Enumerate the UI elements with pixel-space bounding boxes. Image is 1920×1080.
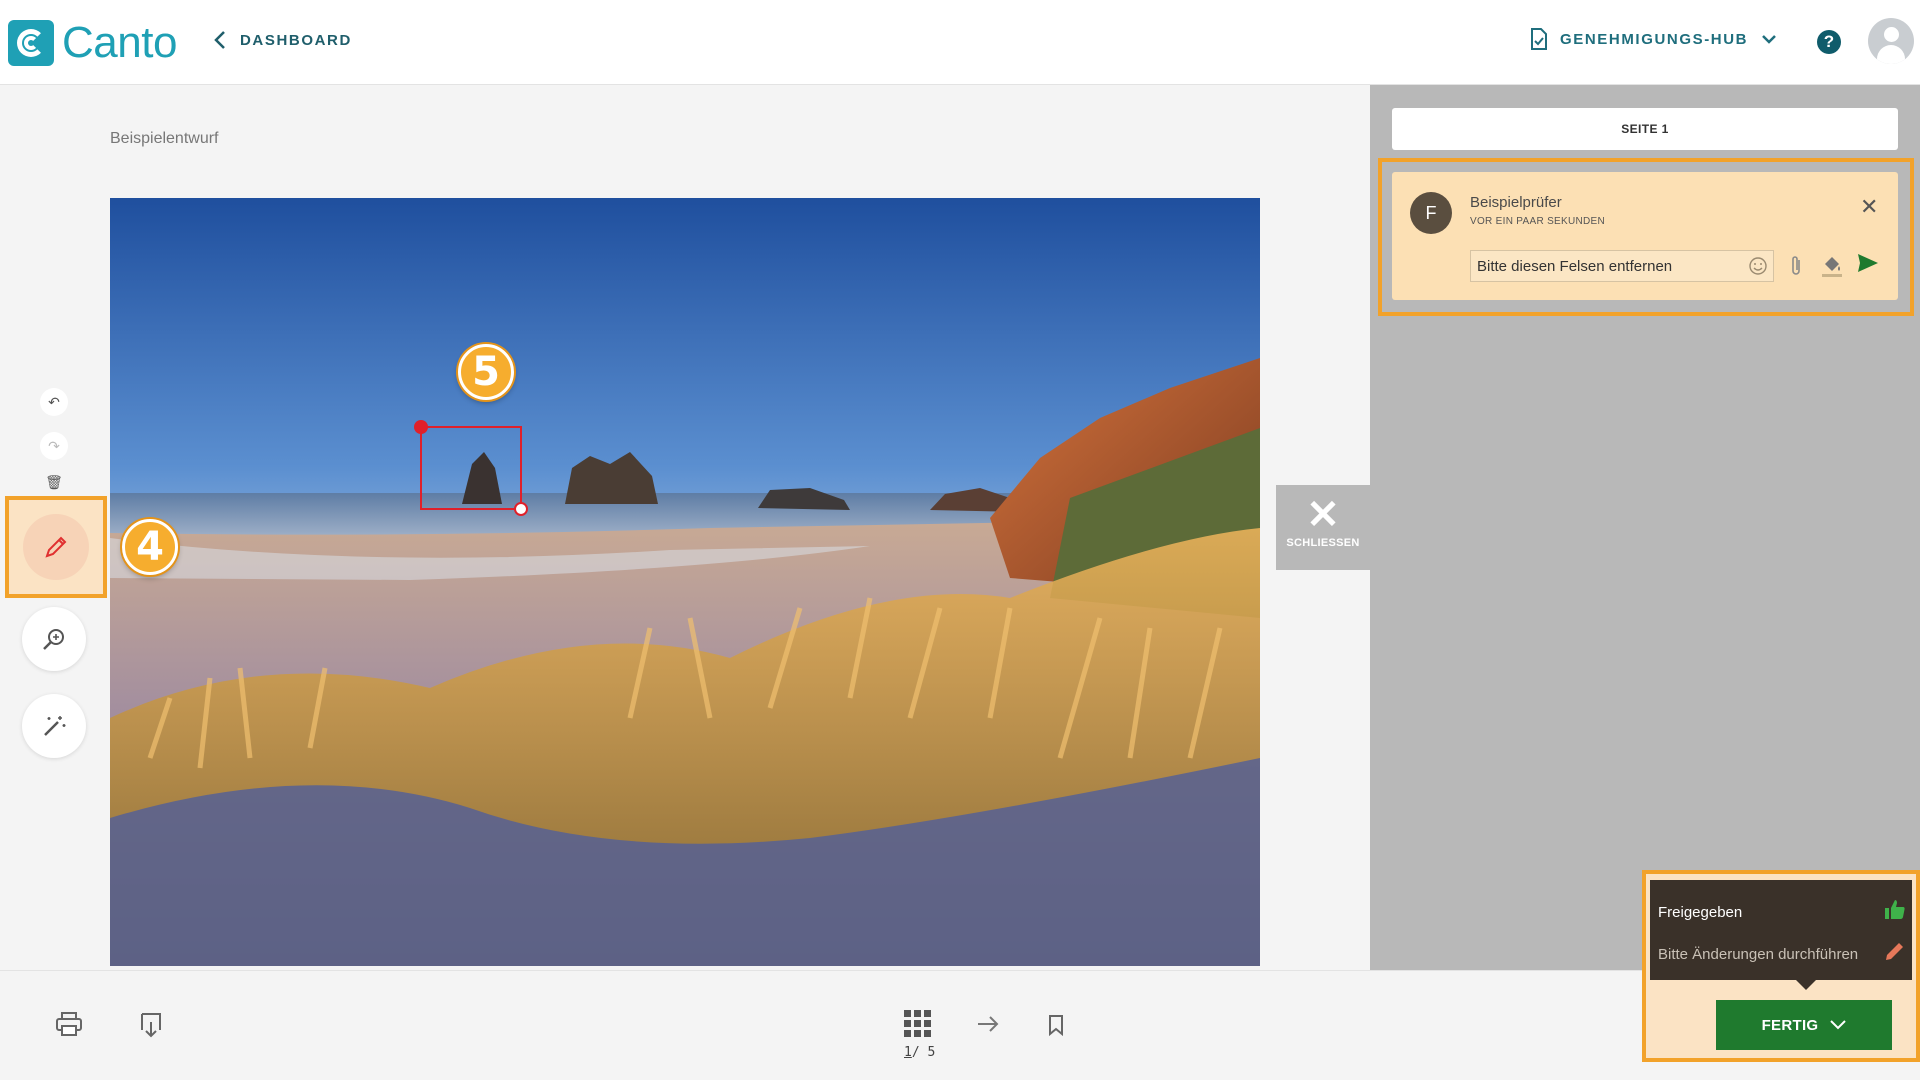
- emoji-icon[interactable]: [1748, 256, 1768, 276]
- magic-wand-icon: [44, 716, 66, 736]
- zoom-icon: [43, 629, 64, 650]
- send-icon[interactable]: [1856, 252, 1880, 274]
- avatar: F: [1410, 192, 1452, 234]
- menu-pointer: [1796, 980, 1816, 990]
- done-button[interactable]: FERTIG: [1716, 1000, 1892, 1050]
- chevron-left-icon: [214, 31, 225, 49]
- canto-logo[interactable]: Canto: [8, 18, 177, 68]
- back-label: DASHBOARD: [240, 31, 352, 49]
- comment-time: VOR EIN PAAR SEKUNDEN: [1470, 216, 1606, 227]
- pen-icon: [45, 536, 67, 558]
- close-panel-button[interactable]: ✕ SCHLIESSEN: [1276, 485, 1370, 570]
- close-icon: ✕: [1306, 493, 1340, 537]
- page-counter: 1/ 5: [904, 1045, 935, 1060]
- thumbs-up-icon[interactable]: [1884, 898, 1906, 920]
- comment-card: F Beispielprüfer VOR EIN PAAR SEKUNDEN ✕: [1392, 172, 1898, 300]
- option-request-changes[interactable]: Bitte Änderungen durchführen: [1658, 946, 1858, 963]
- hub-label: GENEHMIGUNGS-HUB: [1560, 30, 1749, 48]
- pen-tool-highlight: [5, 496, 107, 598]
- redo-icon[interactable]: ↷: [40, 432, 68, 460]
- close-icon[interactable]: ✕: [1860, 194, 1878, 220]
- page-total: 5: [927, 1045, 936, 1060]
- top-header: Canto DASHBOARD GENEHMIGUNGS-HUB ?: [0, 0, 1920, 85]
- option-approved[interactable]: Freigegeben: [1658, 904, 1742, 921]
- user-icon[interactable]: [1868, 18, 1914, 64]
- step-badge-4: 4: [122, 519, 178, 575]
- help-icon[interactable]: ?: [1817, 30, 1841, 54]
- done-label: FERTIG: [1761, 1016, 1819, 1034]
- comment-input[interactable]: [1470, 250, 1774, 282]
- page-tab[interactable]: SEITE 1: [1392, 108, 1898, 150]
- logo-icon: [8, 20, 54, 66]
- download-icon[interactable]: [140, 1012, 162, 1038]
- annotation-handle-start: [414, 420, 428, 434]
- logo-text: Canto: [62, 18, 177, 67]
- paperclip-icon[interactable]: [1788, 254, 1804, 278]
- bookmark-icon[interactable]: [1048, 1014, 1064, 1036]
- magic-wand-tool-button[interactable]: [22, 694, 86, 758]
- page-separator: /: [911, 1045, 928, 1060]
- draft-title: Beispielentwurf: [110, 130, 219, 147]
- undo-icon[interactable]: ↶: [40, 388, 68, 416]
- dashboard-back-link[interactable]: DASHBOARD: [214, 30, 352, 50]
- comment-author: Beispielprüfer: [1470, 194, 1562, 211]
- grid-icon[interactable]: [904, 1010, 932, 1038]
- print-icon[interactable]: [56, 1012, 82, 1036]
- step-badge-5: 5: [458, 344, 514, 400]
- trash-icon[interactable]: 🗑: [40, 474, 68, 490]
- close-label: SCHLIESSEN: [1286, 537, 1360, 549]
- pen-tool-button[interactable]: [23, 514, 89, 580]
- approval-menu: Freigegeben Bitte Änderungen durchführen: [1650, 880, 1912, 990]
- page-current: 1: [904, 1045, 912, 1060]
- chevron-down-icon: [1830, 1017, 1847, 1034]
- beach-photo: [110, 198, 1260, 966]
- zoom-tool-button[interactable]: [22, 607, 86, 671]
- fill-color-icon[interactable]: [1820, 252, 1844, 278]
- bottom-toolbar: [0, 970, 1920, 1080]
- preview-image[interactable]: [110, 198, 1260, 966]
- approval-hub-dropdown[interactable]: GENEHMIGUNGS-HUB: [1530, 28, 1776, 50]
- document-check-icon: [1531, 28, 1547, 50]
- chevron-down-icon: [1762, 35, 1776, 44]
- pencil-icon[interactable]: [1884, 940, 1906, 962]
- arrow-right-icon[interactable]: [976, 1014, 1000, 1034]
- annotation-handle-end: [514, 502, 528, 516]
